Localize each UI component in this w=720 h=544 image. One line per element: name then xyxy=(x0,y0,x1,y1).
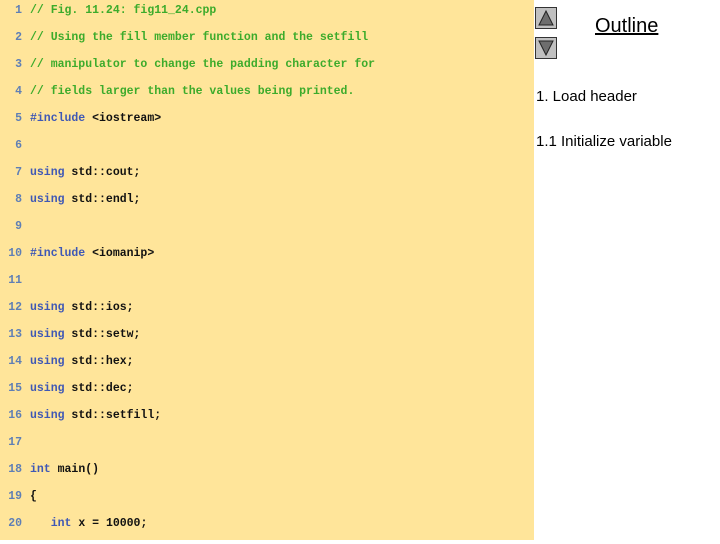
line-number: 4 xyxy=(15,85,22,98)
line-source: int main() xyxy=(30,463,99,477)
triangle-up-icon xyxy=(538,9,554,26)
keyword-token: using xyxy=(30,409,65,422)
line-source: using std::ios; xyxy=(30,301,134,315)
line-number: 3 xyxy=(15,58,22,71)
line-number: 7 xyxy=(15,166,22,179)
plain-token: std::setw; xyxy=(64,328,141,341)
line-number: 17 xyxy=(8,436,22,449)
keyword-token: int xyxy=(30,463,51,476)
line-number: 2 xyxy=(15,31,22,44)
previous-slide-button[interactable] xyxy=(535,7,557,29)
outline-link[interactable]: Outline xyxy=(595,15,658,38)
line-number: 9 xyxy=(15,220,22,233)
line-source: using std::endl; xyxy=(30,193,140,207)
line-number: 20 xyxy=(8,517,22,530)
line-number: 6 xyxy=(15,139,22,152)
comment-token: // manipulator to change the padding cha… xyxy=(30,58,376,71)
line-source: #include <iostream> xyxy=(30,112,161,126)
next-slide-button[interactable] xyxy=(535,37,557,59)
line-number: 1 xyxy=(15,4,22,17)
comment-token: // Fig. 11.24: fig11_24.cpp xyxy=(30,4,217,17)
line-source: { xyxy=(30,490,37,504)
plain-token: std::dec; xyxy=(64,382,134,395)
line-number: 11 xyxy=(8,274,22,287)
line-number: 12 xyxy=(8,301,22,314)
plain-token: { xyxy=(30,490,37,503)
keyword-token: int xyxy=(50,517,72,530)
line-number: 13 xyxy=(8,328,22,341)
outline-item-load-header: 1. Load header xyxy=(536,88,637,105)
line-source: using std::dec; xyxy=(30,382,134,396)
line-source: // Fig. 11.24: fig11_24.cpp xyxy=(30,4,216,18)
line-source: // manipulator to change the padding cha… xyxy=(30,58,375,72)
keyword-token: using xyxy=(30,166,65,179)
line-source: using std::cout; xyxy=(30,166,140,180)
line-source: int x = 10000; xyxy=(30,517,148,531)
code-listing-panel: 1 // Fig. 11.24: fig11_24.cpp 2 // Using th… xyxy=(0,0,534,540)
line-source: using std::setw; xyxy=(30,328,140,342)
line-source: // Using the fill member function and th… xyxy=(30,31,368,45)
plain-token: std::endl; xyxy=(64,193,141,206)
keyword-token: #include xyxy=(30,247,86,260)
line-number: 15 xyxy=(8,382,22,395)
plain-token: x = 10000; xyxy=(71,517,148,530)
plain-token: <iostream> xyxy=(85,112,162,125)
line-number: 10 xyxy=(8,247,22,260)
plain-token: std::ios; xyxy=(64,301,134,314)
line-number: 19 xyxy=(8,490,22,503)
plain-token: <iomanip> xyxy=(85,247,155,260)
plain-token: std::hex; xyxy=(64,355,134,368)
line-number: 5 xyxy=(15,112,22,125)
comment-token: // fields larger than the values being p… xyxy=(30,85,355,98)
keyword-token: using xyxy=(30,382,65,395)
plain-token: std::setfill; xyxy=(64,409,162,422)
line-source: #include <iomanip> xyxy=(30,247,154,261)
outline-item-initialize-variable: 1.1 Initialize variable xyxy=(536,133,672,150)
triangle-down-icon xyxy=(538,40,554,57)
keyword-token: using xyxy=(30,193,65,206)
keyword-token: using xyxy=(30,328,65,341)
keyword-token: using xyxy=(30,355,65,368)
line-source: using std::setfill; xyxy=(30,409,161,423)
plain-token: main() xyxy=(50,463,100,476)
line-number: 16 xyxy=(8,409,22,422)
plain-token: std::cout; xyxy=(64,166,141,179)
line-number: 14 xyxy=(8,355,22,368)
comment-token: // Using the fill member function and th… xyxy=(30,31,369,44)
line-number: 8 xyxy=(15,193,22,206)
line-source: // fields larger than the values being p… xyxy=(30,85,354,99)
line-number: 18 xyxy=(8,463,22,476)
keyword-token: #include xyxy=(30,112,86,125)
line-source: using std::hex; xyxy=(30,355,134,369)
keyword-token: using xyxy=(30,301,65,314)
